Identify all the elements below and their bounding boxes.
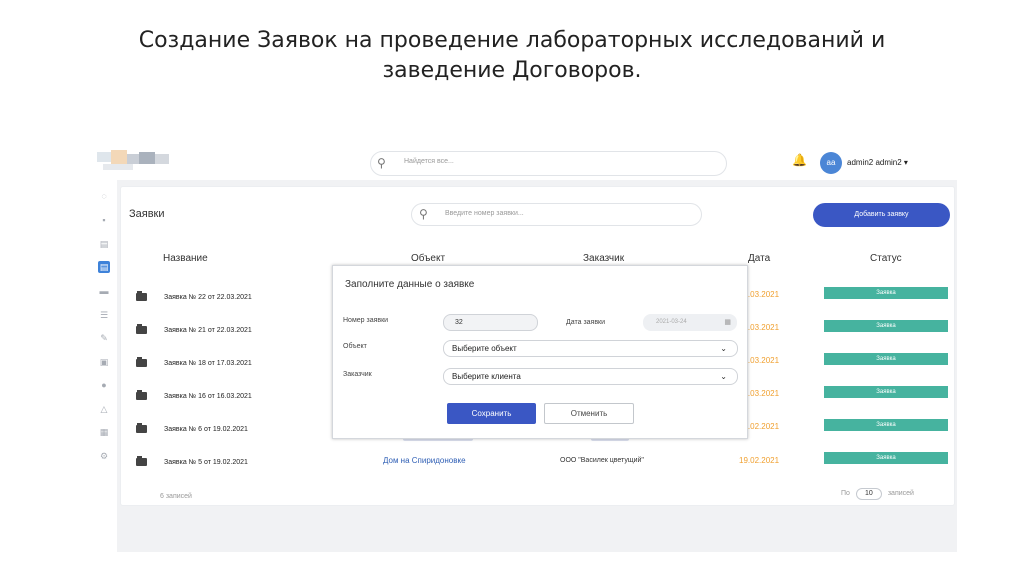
dialog-title: Заполните данные о заявке	[345, 279, 475, 290]
column-header-object[interactable]: Объект	[411, 253, 445, 264]
folder-icon	[136, 423, 147, 433]
request-search-placeholder: Введите номер заявки...	[445, 210, 524, 217]
table-row-object-link[interactable]: Дом на Спиридоновке	[383, 456, 466, 465]
global-search-placeholder: Найдется все...	[404, 158, 454, 165]
request-search-input[interactable]: ⚲ Введите номер заявки...	[411, 203, 702, 226]
calendar-icon[interactable]: ▦	[724, 314, 731, 331]
page-size-suffix: записей	[887, 490, 914, 497]
spinner-icon[interactable]: ◌	[98, 190, 110, 202]
status-badge: Заявка	[824, 320, 948, 332]
client-select-value: Выберите клиента	[452, 372, 521, 381]
request-number-field[interactable]: 32	[443, 314, 538, 331]
record-count: 6 записей	[160, 493, 192, 500]
status-badge: Заявка	[824, 353, 948, 365]
cancel-button[interactable]: Отменить	[544, 403, 634, 424]
client-select[interactable]: Выберите клиента ⌄	[443, 368, 738, 385]
table-row-name[interactable]: Заявка № 6 от 19.02.2021	[164, 426, 248, 433]
request-date-label: Дата заявки	[566, 319, 606, 326]
page-size-prefix: По	[841, 490, 850, 497]
folder-icon	[136, 357, 147, 367]
client-label: Заказчик	[343, 371, 372, 378]
status-badge: Заявка	[824, 452, 948, 464]
top-bar: ⚲ Найдется все... 🔔 aa admin2 admin2 ▾	[95, 140, 957, 180]
users-icon[interactable]: ●	[98, 379, 110, 391]
chart-icon[interactable]: ▤	[98, 238, 110, 250]
edit-icon[interactable]: ✎	[98, 332, 110, 344]
column-header-client[interactable]: Заказчик	[583, 253, 624, 264]
slide-title: Создание Заявок на проведение лабораторн…	[0, 26, 1024, 86]
page-title: Заявки	[129, 208, 165, 220]
archive-icon[interactable]: ▣	[98, 356, 110, 368]
column-header-name[interactable]: Название	[163, 253, 208, 264]
table-row-name[interactable]: Заявка № 18 от 17.03.2021	[164, 360, 252, 367]
bell-icon[interactable]: 🔔	[792, 153, 807, 167]
chevron-down-icon: ⌄	[720, 344, 727, 353]
network-icon[interactable]: △	[98, 403, 110, 415]
column-header-status[interactable]: Статус	[870, 253, 902, 264]
table-row-date: 19.02.2021	[739, 456, 780, 465]
search-icon: ⚲	[377, 156, 386, 170]
folder-icon	[136, 324, 147, 334]
request-number-label: Номер заявки	[343, 317, 389, 324]
save-button[interactable]: Сохранить	[447, 403, 536, 424]
slide-title-line2: заведение Договоров.	[382, 58, 642, 83]
object-select[interactable]: Выберите объект ⌄	[443, 340, 738, 357]
avatar[interactable]: aa	[820, 152, 842, 174]
slide-title-line1: Создание Заявок на проведение лабораторн…	[138, 28, 886, 53]
box-icon[interactable]: ▪	[98, 214, 110, 226]
page-size-control: По 10 записей	[841, 488, 914, 500]
user-menu[interactable]: admin2 admin2 ▾	[847, 158, 908, 167]
status-badge: Заявка	[824, 419, 948, 431]
document-icon[interactable]: ▤	[98, 261, 110, 273]
folder-icon	[136, 456, 147, 466]
folder-icon	[136, 390, 147, 400]
logo	[97, 150, 173, 172]
object-select-value: Выберите объект	[452, 344, 517, 353]
table-row-name[interactable]: Заявка № 21 от 22.03.2021	[164, 327, 252, 334]
table-row-client: ООО "Василек цветущий"	[560, 457, 644, 464]
table-row-name[interactable]: Заявка № 5 от 19.02.2021	[164, 459, 248, 466]
table-row-name[interactable]: Заявка № 16 от 16.03.2021	[164, 393, 252, 400]
search-icon: ⚲	[419, 207, 428, 221]
list-icon[interactable]: ☰	[98, 309, 110, 321]
global-search-input[interactable]: ⚲ Найдется все...	[370, 151, 727, 176]
chevron-down-icon: ⌄	[720, 372, 727, 381]
status-badge: Заявка	[824, 287, 948, 299]
table-row-name[interactable]: Заявка № 22 от 22.03.2021	[164, 294, 252, 301]
object-label: Объект	[343, 343, 367, 350]
calendar-icon[interactable]: ▦	[98, 426, 110, 438]
new-request-dialog: Заполните данные о заявке Номер заявки 3…	[332, 265, 748, 439]
folder-icon[interactable]: ▬	[98, 285, 110, 297]
status-badge: Заявка	[824, 386, 948, 398]
request-date-value: 2021-03-24	[656, 319, 687, 325]
folder-icon	[136, 291, 147, 301]
column-header-date[interactable]: Дата	[748, 253, 770, 264]
request-date-field[interactable]: 2021-03-24 ▦	[643, 314, 737, 331]
add-request-button[interactable]: Добавить заявку	[813, 203, 950, 227]
page-size-select[interactable]: 10	[855, 488, 882, 500]
sidebar: ◌ ▪ ▤ ▤ ▬ ☰ ✎ ▣ ● △ ▦ ⚙	[95, 180, 117, 552]
gear-icon[interactable]: ⚙	[98, 450, 110, 462]
